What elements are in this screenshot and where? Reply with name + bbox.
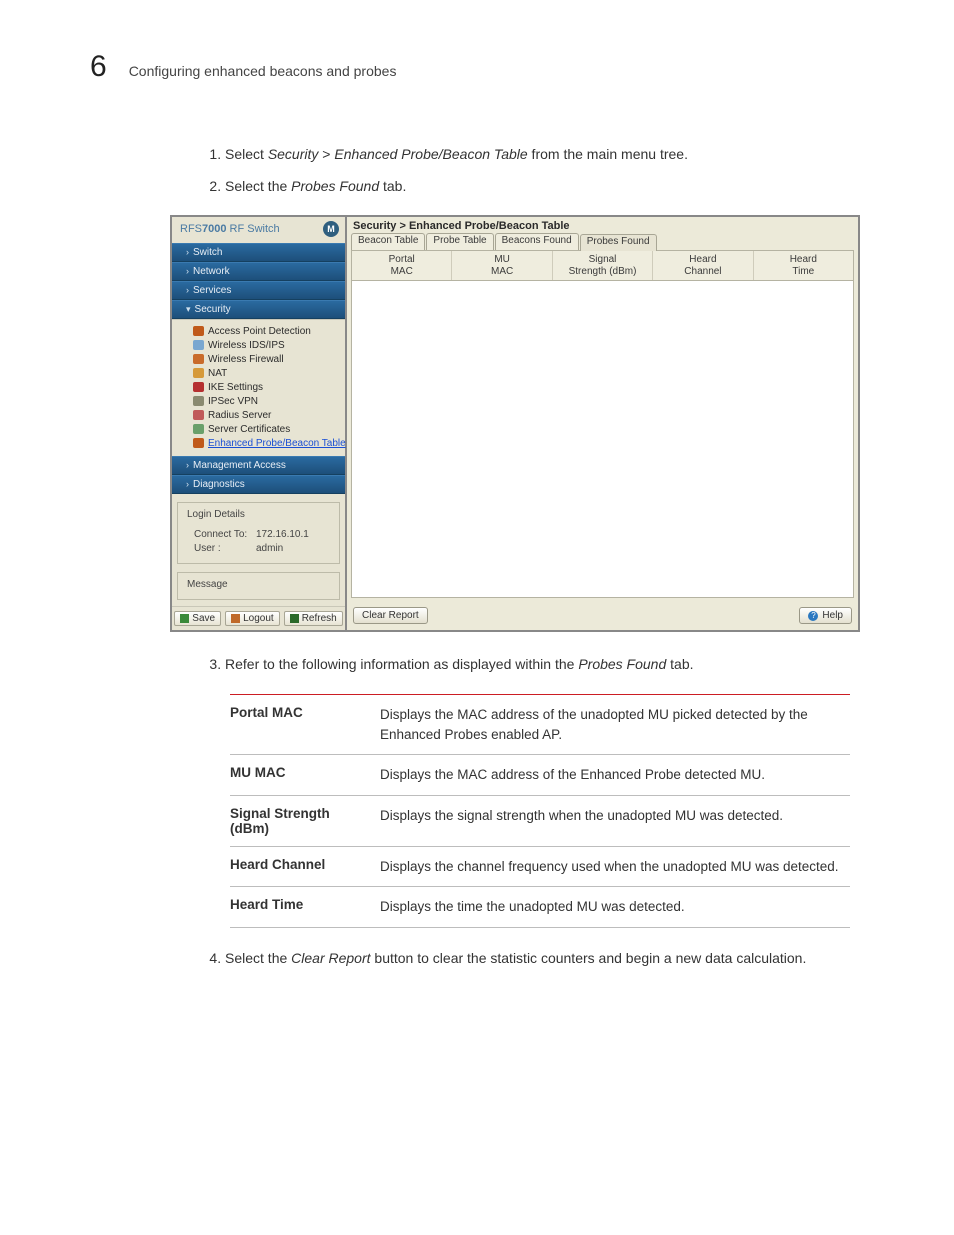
- tree-icon: [193, 382, 204, 392]
- security-tree: Access Point Detection Wireless IDS/IPS …: [172, 319, 345, 456]
- tree-access-point-detection[interactable]: Access Point Detection: [184, 324, 341, 338]
- def-key: Heard Channel: [230, 846, 380, 887]
- def-key: Heard Time: [230, 887, 380, 928]
- tree-nat[interactable]: NAT: [184, 366, 341, 380]
- steps-list-b: Refer to the following information as di…: [225, 654, 874, 676]
- def-key: Portal MAC: [230, 695, 380, 755]
- data-grid: PortalMAC MUMAC SignalStrength (dBm) Hea…: [351, 250, 854, 598]
- table-row: Portal MACDisplays the MAC address of th…: [230, 695, 850, 755]
- col-signal-strength[interactable]: SignalStrength (dBm): [553, 251, 653, 280]
- chapter-number: 6: [90, 50, 107, 84]
- table-row: Signal Strength (dBm)Displays the signal…: [230, 795, 850, 846]
- tree-icon: [193, 410, 204, 420]
- sidebar-item-management-access[interactable]: Management Access: [172, 456, 345, 475]
- steps-list-c: Select the Clear Report button to clear …: [225, 948, 874, 970]
- tab-beacons-found[interactable]: Beacons Found: [495, 233, 579, 250]
- tree-icon: [193, 424, 204, 434]
- tree-icon: [193, 326, 204, 336]
- save-icon: [180, 614, 189, 623]
- tree-ike-settings[interactable]: IKE Settings: [184, 380, 341, 394]
- tree-ipsec-vpn[interactable]: IPSec VPN: [184, 394, 341, 408]
- tree-icon: [193, 340, 204, 350]
- sidebar-item-services[interactable]: Services: [172, 281, 345, 300]
- def-key: MU MAC: [230, 755, 380, 796]
- col-heard-time[interactable]: HeardTime: [754, 251, 853, 280]
- message-legend: Message: [184, 579, 231, 590]
- sidebar-item-switch[interactable]: Switch: [172, 243, 345, 262]
- col-portal-mac[interactable]: PortalMAC: [352, 251, 452, 280]
- tree-icon: [193, 396, 204, 406]
- sidebar: RFS7000 RF Switch M Switch Network Servi…: [172, 217, 347, 630]
- def-val: Displays the signal strength when the un…: [380, 795, 850, 846]
- def-val: Displays the time the unadopted MU was d…: [380, 887, 850, 928]
- tree-wireless-ids-ips[interactable]: Wireless IDS/IPS: [184, 338, 341, 352]
- tree-radius-server[interactable]: Radius Server: [184, 408, 341, 422]
- page-header: 6 Configuring enhanced beacons and probe…: [90, 50, 874, 84]
- product-header: RFS7000 RF Switch M: [172, 217, 345, 243]
- main-bottom-bar: Clear Report ? Help: [347, 602, 858, 630]
- refresh-icon: [290, 614, 299, 623]
- save-button[interactable]: Save: [174, 611, 221, 626]
- grid-body-empty: [352, 281, 853, 597]
- col-mu-mac[interactable]: MUMAC: [452, 251, 552, 280]
- step-1: Select Security > Enhanced Probe/Beacon …: [225, 144, 874, 166]
- help-icon: ?: [808, 611, 818, 621]
- definitions-table: Portal MACDisplays the MAC address of th…: [230, 694, 850, 928]
- col-heard-channel[interactable]: HeardChannel: [653, 251, 753, 280]
- motorola-logo-icon: M: [323, 221, 339, 237]
- tree-server-certificates[interactable]: Server Certificates: [184, 422, 341, 436]
- refresh-button[interactable]: Refresh: [284, 611, 343, 626]
- app-screenshot: RFS7000 RF Switch M Switch Network Servi…: [170, 215, 860, 632]
- tab-bar: Beacon Table Probe Table Beacons Found P…: [347, 233, 858, 250]
- tab-probes-found[interactable]: Probes Found: [580, 234, 657, 251]
- def-key: Signal Strength (dBm): [230, 795, 380, 846]
- message-panel: Message: [177, 572, 340, 600]
- table-row: Heard ChannelDisplays the channel freque…: [230, 846, 850, 887]
- connect-to-label: Connect To:: [194, 529, 250, 540]
- tree-icon: [193, 438, 204, 448]
- def-val: Displays the MAC address of the Enhanced…: [380, 755, 850, 796]
- logout-button[interactable]: Logout: [225, 611, 280, 626]
- table-row: Heard TimeDisplays the time the unadopte…: [230, 887, 850, 928]
- grid-header: PortalMAC MUMAC SignalStrength (dBm) Hea…: [352, 251, 853, 281]
- tree-icon: [193, 368, 204, 378]
- breadcrumb: Security > Enhanced Probe/Beacon Table: [347, 217, 858, 233]
- logout-icon: [231, 614, 240, 623]
- connect-to-value: 172.16.10.1: [256, 529, 309, 540]
- login-legend: Login Details: [184, 509, 248, 520]
- sidebar-item-diagnostics[interactable]: Diagnostics: [172, 475, 345, 494]
- def-val: Displays the MAC address of the unadopte…: [380, 695, 850, 755]
- login-details-panel: Login Details Connect To: 172.16.10.1 Use…: [177, 502, 340, 564]
- sidebar-item-network[interactable]: Network: [172, 262, 345, 281]
- def-val: Displays the channel frequency used when…: [380, 846, 850, 887]
- tree-enhanced-probe-beacon[interactable]: Enhanced Probe/Beacon Table: [184, 436, 341, 450]
- tree-wireless-firewall[interactable]: Wireless Firewall: [184, 352, 341, 366]
- clear-report-button[interactable]: Clear Report: [353, 607, 428, 624]
- product-name: RFS7000 RF Switch: [180, 223, 280, 235]
- sidebar-item-security[interactable]: Security: [172, 300, 345, 319]
- help-button[interactable]: ? Help: [799, 607, 852, 624]
- user-label: User :: [194, 543, 250, 554]
- step-4: Select the Clear Report button to clear …: [225, 948, 874, 970]
- sidebar-button-bar: Save Logout Refresh: [172, 606, 345, 630]
- tab-probe-table[interactable]: Probe Table: [426, 233, 493, 250]
- step-3: Refer to the following information as di…: [225, 654, 874, 676]
- user-value: admin: [256, 543, 283, 554]
- section-title: Configuring enhanced beacons and probes: [129, 63, 397, 79]
- table-row: MU MACDisplays the MAC address of the En…: [230, 755, 850, 796]
- main-panel: Security > Enhanced Probe/Beacon Table B…: [347, 217, 858, 630]
- steps-list: Select Security > Enhanced Probe/Beacon …: [225, 144, 874, 197]
- step-2: Select the Probes Found tab.: [225, 176, 874, 198]
- tab-beacon-table[interactable]: Beacon Table: [351, 233, 425, 250]
- tree-icon: [193, 354, 204, 364]
